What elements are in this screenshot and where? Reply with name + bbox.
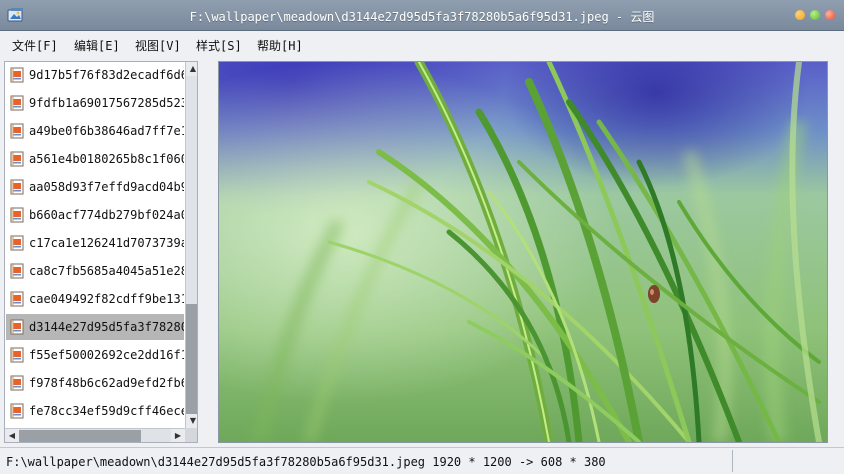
image-file-icon	[10, 207, 24, 223]
minimize-button[interactable]	[795, 10, 805, 20]
menu-edit[interactable]: 编辑[E]	[74, 37, 120, 54]
image-file-icon	[10, 235, 24, 251]
image-file-icon	[10, 291, 24, 307]
list-item[interactable]: c17ca1e126241d7073739a	[6, 230, 184, 256]
file-name: aa058d93f7effd9acd04b9	[29, 180, 184, 194]
file-name: d3144e27d95d5fa3f78280	[29, 320, 184, 334]
maximize-button[interactable]	[810, 10, 820, 20]
image-file-icon	[10, 151, 24, 167]
list-item[interactable]: aa058d93f7effd9acd04b9	[6, 174, 184, 200]
image-file-icon	[10, 375, 24, 391]
scroll-right-arrow-icon[interactable]: ▶	[171, 429, 185, 442]
list-item[interactable]: 9d17b5f76f83d2ecadf6d6	[6, 62, 184, 88]
list-item[interactable]: f978f48b6c62ad9efd2fb6	[6, 370, 184, 396]
file-name: a49be0f6b38646ad7ff7e1	[29, 124, 184, 138]
menu-style[interactable]: 样式[S]	[196, 37, 242, 54]
file-name: cae049492f82cdff9be131	[29, 292, 184, 306]
menu-file[interactable]: 文件[F]	[12, 37, 58, 54]
list-item[interactable]: d3144e27d95d5fa3f78280	[6, 314, 184, 340]
file-list[interactable]: 9d17b5f76f83d2ecadf6d6 9fdfb1a69017567285…	[4, 61, 198, 443]
file-name: f55ef50002692ce2dd16f1	[29, 348, 184, 362]
image-viewer[interactable]	[218, 61, 828, 443]
list-item[interactable]: f55ef50002692ce2dd16f1	[6, 342, 184, 368]
vertical-scroll-thumb[interactable]	[186, 304, 197, 414]
status-divider	[732, 450, 733, 472]
list-item[interactable]: 9fdfb1a69017567285d523	[6, 90, 184, 116]
image-file-icon	[10, 67, 24, 83]
title-bar[interactable]: F:\wallpaper\meadown\d3144e27d95d5fa3f78…	[0, 0, 844, 31]
list-item[interactable]: b660acf774db279bf024a0	[6, 202, 184, 228]
list-item[interactable]: cae049492f82cdff9be131	[6, 286, 184, 312]
file-name: 9d17b5f76f83d2ecadf6d6	[29, 68, 184, 82]
grass-meadow-photo	[219, 62, 827, 442]
image-file-icon	[10, 347, 24, 363]
file-name: b660acf774db279bf024a0	[29, 208, 184, 222]
image-file-icon	[10, 123, 24, 139]
window-title: F:\wallpaper\meadown\d3144e27d95d5fa3f78…	[189, 10, 655, 24]
list-item[interactable]: a561e4b0180265b8c1f060	[6, 146, 184, 172]
file-name: ca8c7fb5685a4045a51e28	[29, 264, 184, 278]
horizontal-scrollbar[interactable]: ◀ ▶	[5, 428, 185, 442]
file-name: a561e4b0180265b8c1f060	[29, 152, 184, 166]
file-name: c17ca1e126241d7073739a	[29, 236, 184, 250]
file-name: 9fdfb1a69017567285d523	[29, 96, 184, 110]
file-name: f978f48b6c62ad9efd2fb6	[29, 376, 184, 390]
scrollbar-corner	[185, 428, 197, 442]
status-bar: F:\wallpaper\meadown\d3144e27d95d5fa3f78…	[0, 447, 844, 474]
scroll-down-arrow-icon[interactable]: ▼	[186, 414, 197, 428]
scroll-up-arrow-icon[interactable]: ▲	[186, 62, 197, 76]
horizontal-scroll-thumb[interactable]	[19, 430, 141, 442]
scroll-left-arrow-icon[interactable]: ◀	[5, 429, 19, 442]
image-file-icon	[10, 403, 24, 419]
image-file-icon	[10, 95, 24, 111]
menu-help[interactable]: 帮助[H]	[257, 37, 303, 54]
menu-view[interactable]: 视图[V]	[135, 37, 181, 54]
menu-bar: 文件[F] 编辑[E] 视图[V] 样式[S] 帮助[H]	[0, 31, 844, 57]
status-text: F:\wallpaper\meadown\d3144e27d95d5fa3f78…	[6, 455, 606, 469]
image-file-icon	[10, 319, 24, 335]
list-item[interactable]: fe78cc34ef59d9cff46ece	[6, 398, 184, 424]
image-file-icon	[10, 179, 24, 195]
image-file-icon	[10, 263, 24, 279]
close-button[interactable]	[825, 10, 835, 20]
vertical-scrollbar[interactable]: ▲ ▼	[185, 62, 197, 428]
list-item[interactable]: ca8c7fb5685a4045a51e28	[6, 258, 184, 284]
file-name: fe78cc34ef59d9cff46ece	[29, 404, 184, 418]
list-item[interactable]: a49be0f6b38646ad7ff7e1	[6, 118, 184, 144]
